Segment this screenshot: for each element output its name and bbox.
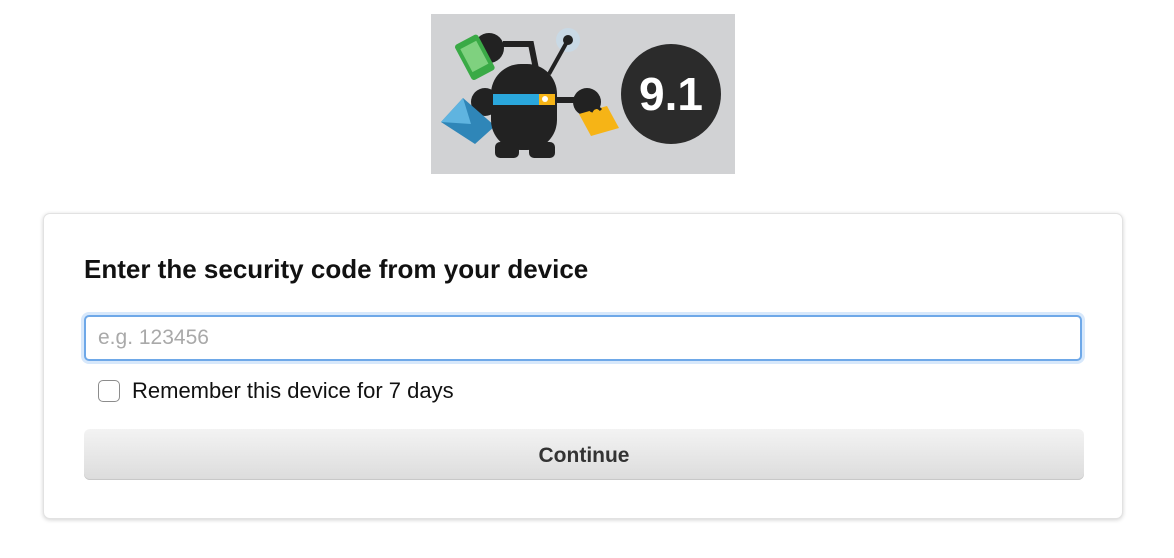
continue-button[interactable]: Continue bbox=[84, 429, 1084, 480]
security-code-input[interactable] bbox=[84, 315, 1082, 361]
remember-device-label[interactable]: Remember this device for 7 days bbox=[132, 378, 454, 404]
remember-device-option[interactable]: Remember this device for 7 days bbox=[98, 377, 454, 405]
page-title: Enter the security code from your device bbox=[84, 254, 589, 284]
remember-device-checkbox[interactable] bbox=[98, 380, 120, 402]
robot-mascot-icon: 9.1 bbox=[441, 28, 721, 158]
security-code-card: Enter the security code from your device… bbox=[43, 213, 1123, 519]
app-logo: 9.1 bbox=[431, 14, 735, 174]
version-text: 9.1 bbox=[639, 68, 703, 120]
page: 9.1 Enter the security code from your de… bbox=[0, 0, 1174, 558]
